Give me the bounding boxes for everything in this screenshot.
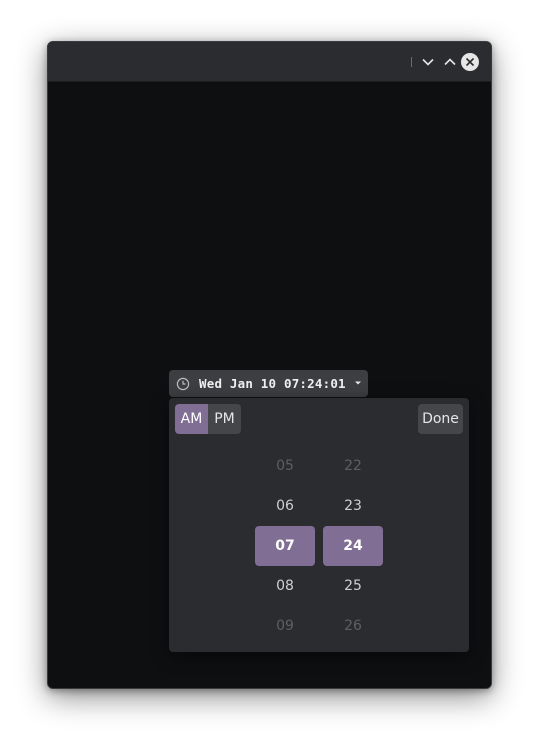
titlebar-separator [411,57,412,67]
maximize-button[interactable] [441,53,459,71]
dropdown-caret-icon [354,380,362,386]
minute-option[interactable]: 22 [323,446,383,486]
hour-option[interactable]: 08 [255,566,315,606]
hour-option[interactable]: 09 [255,606,315,646]
minimize-button[interactable] [419,53,437,71]
minute-option[interactable]: 23 [323,486,383,526]
am-pm-toggle: AM PM [175,404,241,434]
clock-icon [176,377,190,391]
pm-button[interactable]: PM [208,404,241,434]
time-dropdown-button[interactable]: Wed Jan 10 07:24:01 [169,370,368,397]
close-button[interactable] [461,53,479,71]
minute-column[interactable]: 22 23 24 25 26 [323,446,383,646]
selected-minute[interactable]: 24 [323,526,383,566]
close-icon [465,57,475,67]
hour-option[interactable]: 05 [255,446,315,486]
done-button[interactable]: Done [418,404,463,434]
chevron-up-icon [444,58,456,66]
chevron-down-icon [422,58,434,66]
time-picker-popover: AM PM Done 05 06 07 08 09 22 23 24 25 26 [169,398,469,652]
titlebar[interactable] [48,42,491,82]
selected-hour[interactable]: 07 [255,526,315,566]
hour-option[interactable]: 06 [255,486,315,526]
minute-option[interactable]: 26 [323,606,383,646]
minute-option[interactable]: 25 [323,566,383,606]
current-time-label: Wed Jan 10 07:24:01 [199,376,346,391]
hour-column[interactable]: 05 06 07 08 09 [255,446,315,646]
am-button[interactable]: AM [175,404,208,434]
